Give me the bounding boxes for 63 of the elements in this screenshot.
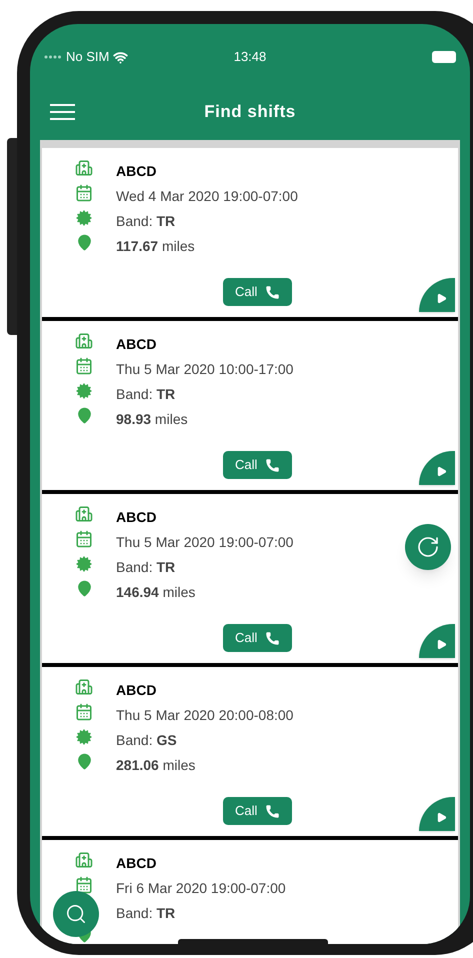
band-label: Band: TR [116,558,176,577]
band-label: Band: TR [116,385,176,404]
shift-date: Thu 5 Mar 2020 19:00-07:00 [116,533,294,552]
hospital-icon [75,851,93,869]
search-icon [65,903,87,925]
refresh-icon [416,535,440,559]
band-label: Band: GS [116,731,178,750]
calendar-icon [75,184,93,202]
shift-name: ABCD [116,508,158,527]
hospital-icon [75,332,93,350]
shift-card[interactable]: ABCD Thu 5 Mar 2020 19:00-07:00 Band: TR 146.94 miles Call [42,494,458,667]
menu-icon[interactable] [50,104,75,120]
band-label: Band: TR [116,904,176,923]
shift-date: Thu 5 Mar 2020 10:00-17:00 [116,360,294,379]
badge-icon [75,555,93,573]
page-title: Find shifts [203,101,297,124]
shift-date: Thu 5 Mar 2020 20:00-08:00 [116,706,294,725]
play-icon [436,466,446,476]
calendar-icon [75,876,93,894]
phone-icon [265,630,280,646]
calendar-icon [75,703,93,721]
call-button[interactable]: Call [223,624,292,652]
location-pin-icon [76,407,92,424]
shift-distance: 98.93 miles [116,410,189,429]
shift-distance: 281.06 miles [116,756,196,775]
signal-icon [44,55,62,59]
clock-time: 13:48 [232,48,268,66]
shift-name: ABCD [116,854,158,873]
hospital-icon [75,505,93,523]
shift-distance: 146.94 miles [116,583,196,602]
call-button[interactable]: Call [223,451,292,479]
badge-icon [75,728,93,746]
shift-distance: 117.67 miles [116,237,196,256]
phone-icon [265,804,280,818]
carrier-label: No SIM [66,48,110,66]
hospital-icon [75,159,93,177]
hospital-icon [75,678,93,696]
phone-icon [265,458,280,472]
band-label: Band: TR [116,212,176,231]
shift-card[interactable]: ABCD Wed 4 Mar 2020 19:00-07:00 Band: TR 117.67 miles Call [42,148,458,321]
wifi-icon [113,50,128,64]
location-pin-icon [76,580,92,597]
shift-card[interactable]: ABCD Thu 5 Mar 2020 20:00-08:00 Band: GS 281.06 miles Call [42,667,458,840]
shift-date: Fri 6 Mar 2020 19:00-07:00 [116,879,286,898]
phone-icon [265,284,280,300]
badge-icon [75,209,93,227]
call-button[interactable]: Call [223,278,292,306]
shift-card[interactable]: ABCD Fri 6 Mar 2020 19:00-07:00 Band: TR [42,840,458,944]
badge-icon [75,382,93,400]
location-pin-icon [76,234,92,251]
play-icon [436,638,446,650]
shift-card[interactable]: ABCD Thu 5 Mar 2020 10:00-17:00 Band: TR 98.93 miles Call [42,321,458,494]
play-icon [436,292,446,304]
shift-name: ABCD [116,162,158,181]
calendar-icon [75,530,93,548]
calendar-icon [75,357,93,375]
shift-name: ABCD [116,681,158,700]
battery-icon [432,51,456,63]
shift-date: Wed 4 Mar 2020 19:00-07:00 [116,187,298,206]
shift-name: ABCD [116,335,158,354]
play-icon [436,812,446,822]
call-button[interactable]: Call [223,797,292,825]
location-pin-icon [76,753,92,770]
